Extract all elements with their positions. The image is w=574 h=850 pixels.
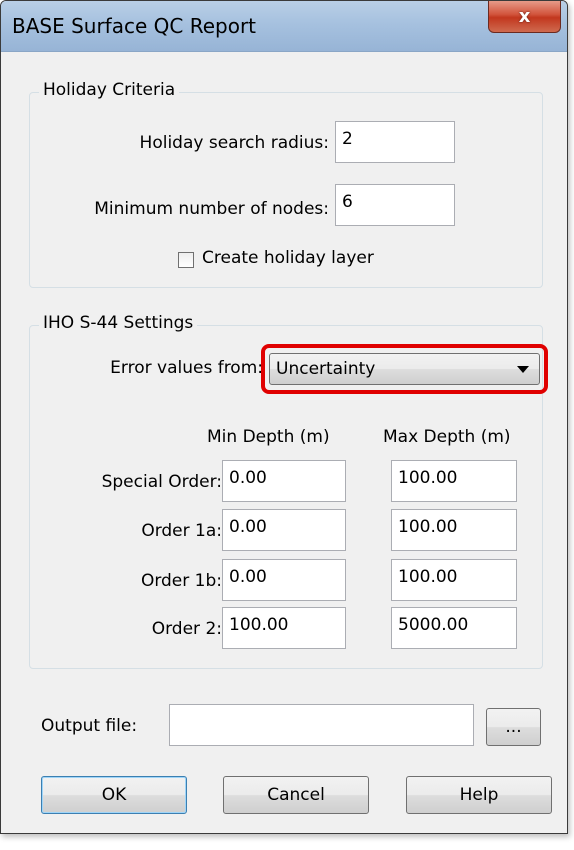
order-1a-max-input[interactable]: 100.00 — [391, 509, 517, 551]
close-icon: x — [518, 5, 531, 27]
cancel-button-label: Cancel — [267, 785, 325, 805]
create-holiday-layer-checkbox[interactable] — [178, 252, 194, 268]
help-button-label: Help — [459, 785, 499, 805]
order-2-min-input[interactable]: 100.00 — [222, 607, 346, 649]
max-depth-header: Max Depth (m) — [383, 427, 511, 447]
order-1a-min-input[interactable]: 0.00 — [222, 509, 346, 551]
iho-s44-settings-legend: IHO S-44 Settings — [39, 313, 198, 333]
cancel-button[interactable]: Cancel — [223, 776, 369, 814]
ok-button[interactable]: OK — [41, 776, 187, 814]
create-holiday-layer-label[interactable]: Create holiday layer — [202, 248, 374, 268]
order-1b-label: Order 1b: — [140, 571, 222, 591]
browse-button[interactable]: ... — [486, 708, 541, 746]
browse-button-label: ... — [505, 717, 522, 737]
help-button[interactable]: Help — [406, 776, 552, 814]
min-depth-header: Min Depth (m) — [207, 427, 330, 447]
order-1b-max-input[interactable]: 100.00 — [391, 559, 517, 601]
special-order-label: Special Order: — [101, 472, 222, 492]
close-button[interactable]: x — [488, 1, 561, 33]
ok-button-label: OK — [101, 785, 127, 805]
minimum-nodes-input[interactable]: 6 — [335, 184, 455, 226]
order-1b-min-input[interactable]: 0.00 — [222, 559, 346, 601]
special-order-min-input[interactable]: 0.00 — [222, 460, 346, 502]
output-file-input[interactable] — [169, 704, 474, 746]
holiday-search-radius-input[interactable]: 2 — [335, 121, 455, 163]
holiday-search-radius-label: Holiday search radius: — [139, 133, 329, 153]
dialog-client-area: Holiday Criteria Holiday search radius: … — [13, 55, 557, 825]
window-title: BASE Surface QC Report — [12, 14, 257, 38]
holiday-criteria-legend: Holiday Criteria — [39, 80, 180, 100]
error-values-label: Error values from: — [110, 358, 263, 378]
order-1a-label: Order 1a: — [141, 521, 222, 541]
highlight-box — [261, 344, 548, 394]
dialog-window: BASE Surface QC Report x Holiday Criteri… — [0, 0, 568, 834]
title-bar[interactable]: BASE Surface QC Report x — [1, 1, 567, 52]
minimum-nodes-label: Minimum number of nodes: — [94, 199, 329, 219]
order-2-max-input[interactable]: 5000.00 — [391, 607, 517, 649]
special-order-max-input[interactable]: 100.00 — [391, 460, 517, 502]
order-2-label: Order 2: — [151, 619, 222, 639]
output-file-label: Output file: — [41, 716, 138, 736]
